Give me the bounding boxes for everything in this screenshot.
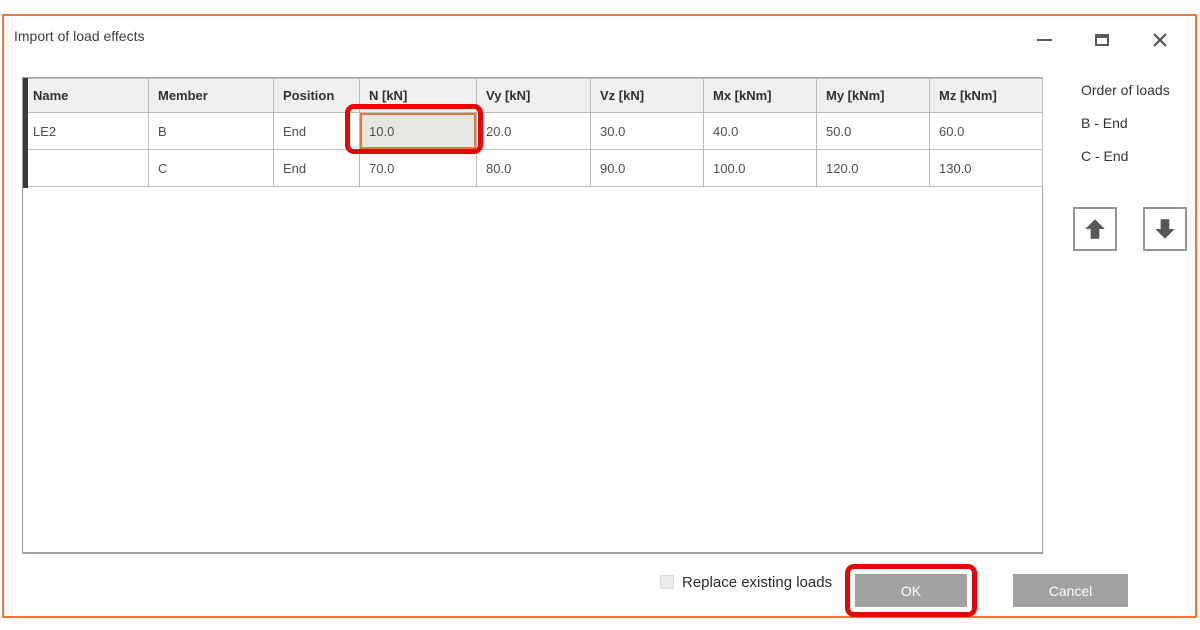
column-header-vy: Vy [kN] — [477, 79, 591, 113]
cell-my[interactable]: 120.0 — [817, 150, 930, 187]
cell-vz[interactable]: 30.0 — [591, 113, 704, 150]
column-header-my: My [kNm] — [817, 79, 930, 113]
cell-member[interactable]: C — [149, 150, 274, 187]
cell-my[interactable]: 50.0 — [817, 113, 930, 150]
load-effects-table: Name Member Position N [kN] Vy [kN] Vz [… — [22, 77, 1043, 554]
cell-vy[interactable]: 80.0 — [477, 150, 591, 187]
order-item[interactable]: B - End — [1081, 115, 1193, 131]
row-selection-accent-bar — [23, 78, 28, 188]
column-header-vz: Vz [kN] — [591, 79, 704, 113]
column-header-n: N [kN] — [360, 79, 477, 113]
cell-n[interactable]: 70.0 — [360, 150, 477, 187]
cell-name[interactable] — [24, 150, 149, 187]
cell-member[interactable]: B — [149, 113, 274, 150]
move-up-button[interactable] — [1073, 207, 1117, 251]
dialog-title: Import of load effects — [14, 28, 144, 44]
arrow-down-icon — [1152, 216, 1178, 242]
cell-n-selected[interactable]: 10.0 — [360, 113, 477, 150]
table-row: LE2 B End 10.0 20.0 30.0 40.0 50.0 60.0 — [24, 113, 1043, 150]
column-header-member: Member — [149, 79, 274, 113]
maximize-icon — [1095, 34, 1109, 46]
close-icon — [1153, 33, 1167, 47]
order-move-buttons — [1073, 207, 1187, 251]
cell-vy[interactable]: 20.0 — [477, 113, 591, 150]
minimize-button[interactable] — [1027, 28, 1061, 52]
move-down-button[interactable] — [1143, 207, 1187, 251]
column-header-name: Name — [24, 79, 149, 113]
cell-vz[interactable]: 90.0 — [591, 150, 704, 187]
close-button[interactable] — [1143, 28, 1177, 52]
replace-existing-loads-checkbox[interactable] — [660, 575, 674, 589]
cell-mz[interactable]: 130.0 — [930, 150, 1043, 187]
maximize-button[interactable] — [1085, 28, 1119, 52]
arrow-up-icon — [1082, 216, 1108, 242]
order-of-loads-title: Order of loads — [1081, 82, 1193, 98]
table-row: C End 70.0 80.0 90.0 100.0 120.0 130.0 — [24, 150, 1043, 187]
cell-name[interactable]: LE2 — [24, 113, 149, 150]
replace-existing-loads-label: Replace existing loads — [682, 574, 832, 591]
column-header-mx: Mx [kNm] — [704, 79, 817, 113]
cell-position[interactable]: End — [274, 113, 360, 150]
order-of-loads-panel: Order of loads B - End C - End — [1081, 82, 1193, 181]
minimize-icon — [1037, 39, 1052, 41]
table-header-row: Name Member Position N [kN] Vy [kN] Vz [… — [24, 79, 1043, 113]
column-header-position: Position — [274, 79, 360, 113]
window-controls — [1027, 28, 1177, 52]
order-item[interactable]: C - End — [1081, 148, 1193, 164]
cell-mz[interactable]: 60.0 — [930, 113, 1043, 150]
cell-mx[interactable]: 40.0 — [704, 113, 817, 150]
cell-position[interactable]: End — [274, 150, 360, 187]
cancel-button[interactable]: Cancel — [1013, 574, 1128, 607]
ok-button[interactable]: OK — [855, 574, 967, 607]
import-load-effects-dialog: Import of load effects Name — [2, 14, 1197, 618]
column-header-mz: Mz [kNm] — [930, 79, 1043, 113]
cell-mx[interactable]: 100.0 — [704, 150, 817, 187]
